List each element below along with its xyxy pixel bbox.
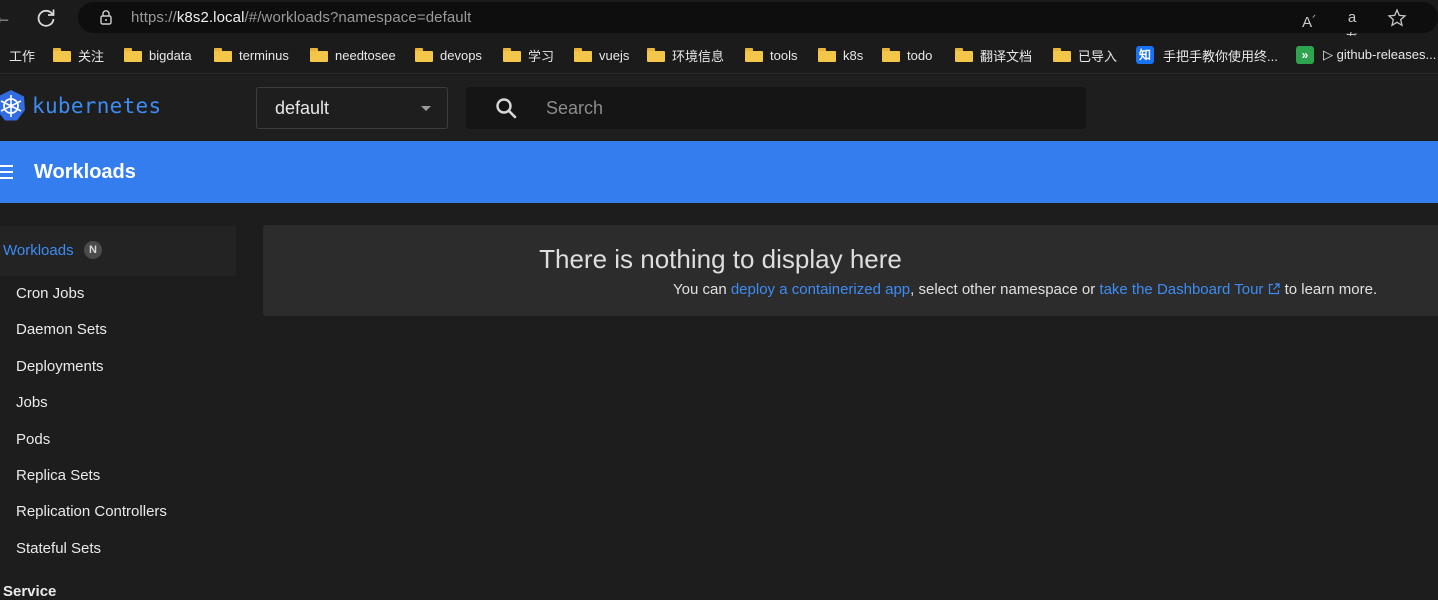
logo-text: kubernetes (32, 94, 162, 118)
bookmark-label: devops (440, 47, 482, 63)
folder-icon (955, 48, 973, 62)
folder-icon (53, 48, 71, 62)
empty-text-part-2: , select other namespace or (910, 281, 1100, 298)
bookmark-label: 环境信息 (672, 48, 725, 64)
bookmark-folder[interactable]: todo (882, 44, 932, 66)
dashboard-tour-label: take the Dashboard Tour (1099, 281, 1264, 298)
bookmark-label: 翻译文档 (980, 48, 1033, 64)
bookmark-label: needtosee (335, 47, 396, 63)
empty-state-card: There is nothing to display here You can… (263, 225, 1438, 316)
search-input[interactable] (546, 87, 1066, 129)
url-text[interactable]: https://k8s2.local/#/workloads?namespace… (131, 9, 471, 26)
bookmark-label: 已导入 (1078, 48, 1118, 64)
bookmark-label: 学习 (528, 48, 555, 64)
empty-text-part-1: You can (673, 281, 731, 298)
bookmark-zhihu[interactable]: 知手把手教你使用终... (1136, 44, 1278, 66)
sidebar-item-daemon-sets[interactable]: Daemon Sets (16, 321, 107, 338)
namespace-value: default (275, 98, 330, 118)
folder-icon (882, 48, 900, 62)
url-host: k8s2.local (176, 9, 245, 26)
bookmark-label: 关注 (78, 48, 105, 64)
bookmarks-bar: 工作 关注 bigdata terminus needtosee devops … (0, 36, 1438, 74)
bookmark-label: terminus (239, 47, 289, 63)
browser-chrome: ← https://k8s2.local/#/workloads?namespa… (0, 0, 1438, 75)
sidebar-item-cron-jobs[interactable]: Cron Jobs (16, 285, 84, 302)
folder-icon (415, 48, 433, 62)
bookmark-label: k8s (843, 47, 864, 63)
caret-down-icon (421, 106, 431, 111)
folder-icon (503, 48, 521, 62)
read-aloud-icon[interactable]: Aᐟ (1298, 7, 1320, 31)
bookmark-folder[interactable]: k8s (818, 44, 863, 66)
bookmark-label: bigdata (149, 47, 192, 63)
deploy-app-link[interactable]: deploy a containerized app (731, 281, 910, 298)
bookmark-folder[interactable]: 关注 (53, 44, 104, 66)
bookmark-folder[interactable]: terminus (214, 44, 289, 66)
bookmark-label: 工作 (9, 48, 36, 64)
bookmark-folder[interactable]: 翻译文档 (955, 44, 1032, 66)
address-row: ← https://k8s2.local/#/workloads?namespa… (0, 0, 1438, 48)
star-icon[interactable] (1386, 7, 1408, 29)
bookmark-label: tools (770, 47, 798, 63)
lock-icon[interactable] (98, 9, 114, 25)
sidebar-section-service[interactable]: Service (3, 583, 56, 600)
sidebar-item-pods[interactable]: Pods (16, 431, 50, 448)
folder-icon (647, 48, 665, 62)
back-button[interactable]: ← (0, 6, 14, 28)
sidebar-item-deployments[interactable]: Deployments (16, 358, 104, 375)
folder-icon (310, 48, 328, 62)
bookmark-folder[interactable]: tools (745, 44, 797, 66)
sidebar-item-replication-controllers[interactable]: Replication Controllers (16, 503, 167, 520)
empty-state-text: You can deploy a containerized app, sele… (673, 281, 1377, 298)
bookmark-folder[interactable]: bigdata (124, 44, 192, 66)
bookmark-label: ▷ github-releases... (1323, 47, 1437, 62)
folder-icon (1053, 48, 1071, 62)
bookmark-folder[interactable]: needtosee (310, 44, 396, 66)
kubernetes-logo[interactable]: kubernetes (0, 89, 161, 123)
sidebar-item-jobs[interactable]: Jobs (16, 394, 48, 411)
github-releases-icon: » (1296, 46, 1314, 64)
sidebar-item-stateful-sets[interactable]: Stateful Sets (16, 540, 101, 557)
translate-icon[interactable]: aあ (1341, 7, 1363, 48)
search-icon[interactable] (494, 96, 518, 120)
zhihu-icon: 知 (1136, 46, 1154, 64)
kubernetes-helm-icon (0, 90, 25, 121)
bookmark-label: todo (907, 47, 933, 63)
url-bar[interactable]: https://k8s2.local/#/workloads?namespace… (78, 2, 1438, 48)
bookmark-folder[interactable]: 环境信息 (647, 44, 724, 66)
bookmark-label: vuejs (599, 47, 630, 63)
folder-icon (574, 48, 592, 62)
url-prefix: https:// (131, 9, 177, 26)
folder-icon (124, 48, 142, 62)
empty-state-title: There is nothing to display here (539, 244, 902, 274)
empty-text-part-3: to learn more. (1280, 281, 1378, 298)
external-link-icon (1269, 283, 1281, 295)
bookmark-folder[interactable]: 学习 (503, 44, 554, 66)
bookmark-folder[interactable]: devops (415, 44, 482, 66)
page-toolbar: Workloads (0, 141, 1438, 203)
folder-icon (214, 48, 232, 62)
bookmark-github-releases[interactable]: » ▷ github-releases... (1296, 44, 1436, 66)
search-box (466, 87, 1086, 129)
bookmark-gongzuo[interactable]: 工作 (9, 44, 35, 66)
bookmark-label: 手把手教你使用终... (1163, 48, 1278, 64)
url-path: /#/workloads?namespace=default (244, 9, 472, 26)
sidebar-item-replica-sets[interactable]: Replica Sets (16, 467, 100, 484)
folder-icon (745, 48, 763, 62)
folder-icon (818, 48, 836, 62)
bookmark-folder[interactable]: vuejs (574, 44, 629, 66)
dashboard-tour-link[interactable]: take the Dashboard Tour (1099, 281, 1281, 298)
page-title: Workloads (34, 161, 136, 183)
bookmark-folder[interactable]: 已导入 (1053, 44, 1117, 66)
namespace-select[interactable]: default (256, 87, 448, 129)
reload-icon[interactable] (34, 6, 58, 30)
hamburger-menu-icon[interactable] (0, 165, 13, 179)
